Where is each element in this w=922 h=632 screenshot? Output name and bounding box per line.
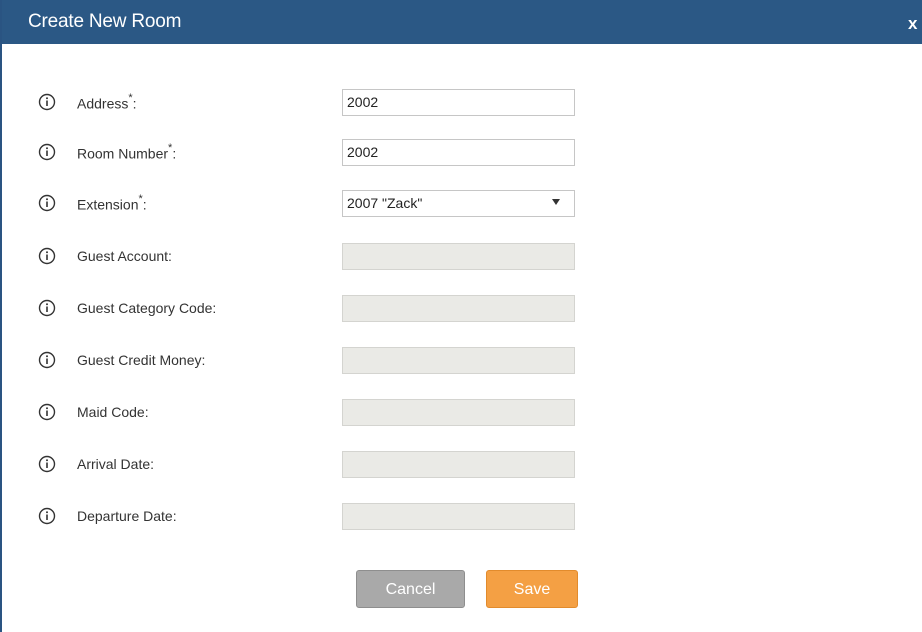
form-row-maid-code: Maid Code: [2,398,922,426]
field-label-guest-category-code: Guest Category Code: [77,300,217,316]
info-icon[interactable] [38,143,56,161]
form-row-address: Address*: 2002 [2,88,922,116]
departure-date-input [342,503,575,530]
field-label-room-number: Room Number*: [77,142,177,162]
field-label-guest-credit-money: Guest Credit Money: [77,352,206,368]
address-input[interactable]: 2002 [342,89,575,116]
guest-credit-money-input [342,347,575,374]
form-row-guest-account: Guest Account: [2,242,922,270]
extension-select[interactable]: 2007 "Zack" [342,190,575,217]
guest-account-input [342,243,575,270]
dropdown-arrow-icon[interactable] [552,199,560,205]
field-label-departure-date: Departure Date: [77,508,177,524]
info-icon[interactable] [38,507,56,525]
field-label-address: Address*: [77,92,137,112]
guest-category-code-input [342,295,575,322]
field-label-extension: Extension*: [77,193,147,213]
save-button[interactable]: Save [486,570,578,608]
create-room-dialog: Create New Room x Address*: 2002 Room Nu… [0,0,922,632]
close-button[interactable]: x [908,14,917,34]
info-icon[interactable] [38,351,56,369]
room-number-input[interactable]: 2002 [342,139,575,166]
info-icon[interactable] [38,403,56,421]
extension-selected-value: 2007 "Zack" [347,195,423,211]
field-label-arrival-date: Arrival Date: [77,456,155,472]
form-row-room-number: Room Number*: 2002 [2,138,922,166]
info-icon[interactable] [38,93,56,111]
info-icon[interactable] [38,455,56,473]
arrival-date-input [342,451,575,478]
form-row-departure-date: Departure Date: [2,502,922,530]
info-icon[interactable] [38,247,56,265]
form-row-arrival-date: Arrival Date: [2,450,922,478]
cancel-button[interactable]: Cancel [356,570,465,608]
dialog-titlebar: Create New Room x [2,0,922,44]
field-label-guest-account: Guest Account: [77,248,172,264]
form-row-guest-credit-money: Guest Credit Money: [2,346,922,374]
form-row-guest-category-code: Guest Category Code: [2,294,922,322]
dialog-title: Create New Room [28,11,182,32]
field-label-maid-code: Maid Code: [77,404,149,420]
form-row-extension: Extension*: 2007 "Zack" [2,189,922,217]
maid-code-input [342,399,575,426]
info-icon[interactable] [38,194,56,212]
info-icon[interactable] [38,299,56,317]
